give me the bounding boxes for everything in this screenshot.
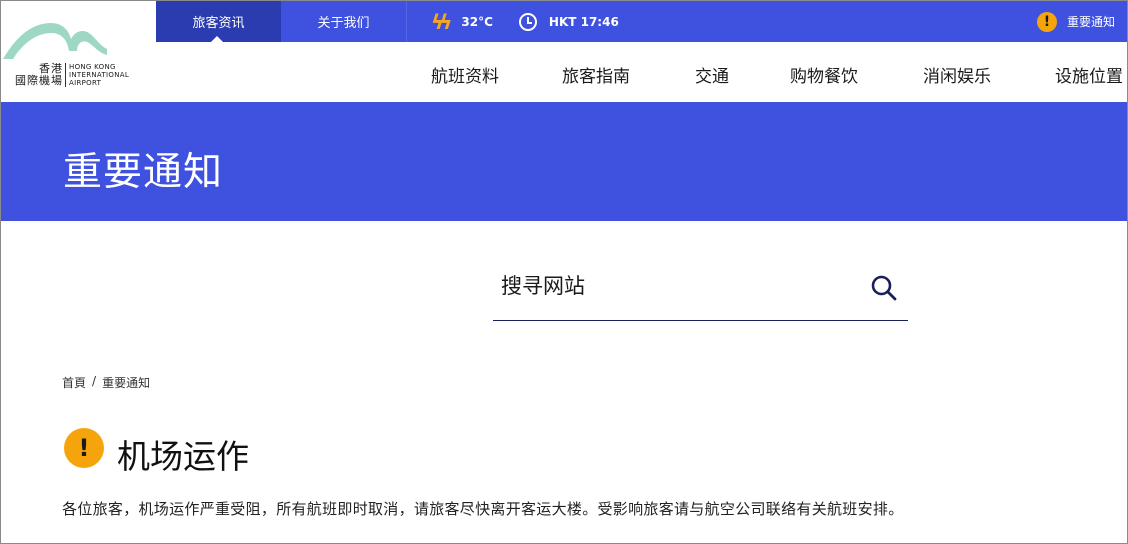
warning-icon: ! bbox=[1036, 11, 1057, 32]
logo-divider bbox=[65, 63, 66, 87]
nav-item-shop-dine[interactable]: 购物餐饮 bbox=[790, 62, 858, 87]
search-icon[interactable] bbox=[870, 274, 898, 302]
search-input[interactable] bbox=[501, 269, 841, 303]
logo-zh-line2: 國際機場 bbox=[15, 74, 63, 87]
logo-en-line1: HONG KONG bbox=[69, 63, 116, 71]
breadcrumb-current: 重要通知 bbox=[102, 376, 151, 390]
notice-section-heading: ! 机场运作 bbox=[64, 418, 249, 478]
top-utility-bar: 旅客资讯 关于我们 ϟϟ 32°C HKT 17:46 ! 重要通知 bbox=[156, 1, 1127, 42]
important-notice-link[interactable]: ! 重要通知 bbox=[1036, 11, 1115, 32]
nav-item-facilities[interactable]: 设施位置 bbox=[1055, 62, 1123, 87]
local-time: HKT 17:46 bbox=[518, 12, 619, 31]
main-navigation: 航班资料 旅客指南 交通 购物餐饮 消闲娱乐 设施位置 bbox=[156, 42, 1127, 102]
nav-item-transport[interactable]: 交通 bbox=[695, 62, 729, 87]
warning-icon: ! bbox=[64, 428, 104, 468]
nav-item-passenger-guide[interactable]: 旅客指南 bbox=[562, 62, 630, 87]
clock-icon bbox=[518, 12, 537, 31]
nav-item-leisure[interactable]: 消闲娱乐 bbox=[923, 62, 991, 87]
breadcrumb: 首頁 / 重要通知 bbox=[62, 374, 150, 391]
tab-about-us-label: 关于我们 bbox=[317, 16, 370, 31]
weather-widget[interactable]: ϟϟ 32°C bbox=[431, 10, 493, 34]
page-title: 重要通知 bbox=[63, 150, 224, 195]
notice-body-text: 各位旅客，机场运作严重受阻，所有航班即时取消，请旅客尽快离开客运大楼。受影响旅客… bbox=[62, 500, 904, 518]
tab-passenger-info-label: 旅客资讯 bbox=[192, 16, 245, 31]
tab-about-us[interactable]: 关于我们 bbox=[281, 1, 407, 42]
logo-chinese-text: 香港 國際機場 bbox=[15, 63, 63, 87]
section-title: 机场运作 bbox=[117, 437, 249, 476]
breadcrumb-separator: / bbox=[92, 374, 97, 388]
airport-logo[interactable]: 香港 國際機場 HONG KONG INTERNATIONAL AIRPORT bbox=[1, 1, 156, 101]
hkia-logo-mark bbox=[3, 23, 107, 59]
logo-en-line3: AIRPORT bbox=[69, 79, 102, 87]
tab-passenger-info[interactable]: 旅客资讯 bbox=[156, 1, 281, 42]
temperature-text: 32°C bbox=[461, 14, 493, 29]
breadcrumb-home-link[interactable]: 首頁 bbox=[62, 374, 86, 391]
site-search bbox=[493, 261, 908, 321]
nav-item-flight-info[interactable]: 航班资料 bbox=[431, 62, 499, 87]
logo-english-text: HONG KONG INTERNATIONAL AIRPORT bbox=[69, 63, 129, 87]
page-banner: 重要通知 bbox=[1, 102, 1127, 221]
logo-en-line2: INTERNATIONAL bbox=[69, 71, 130, 79]
lightning-icon: ϟϟ bbox=[431, 9, 453, 34]
time-text: HKT 17:46 bbox=[548, 14, 619, 29]
important-notice-label: 重要通知 bbox=[1066, 15, 1115, 29]
